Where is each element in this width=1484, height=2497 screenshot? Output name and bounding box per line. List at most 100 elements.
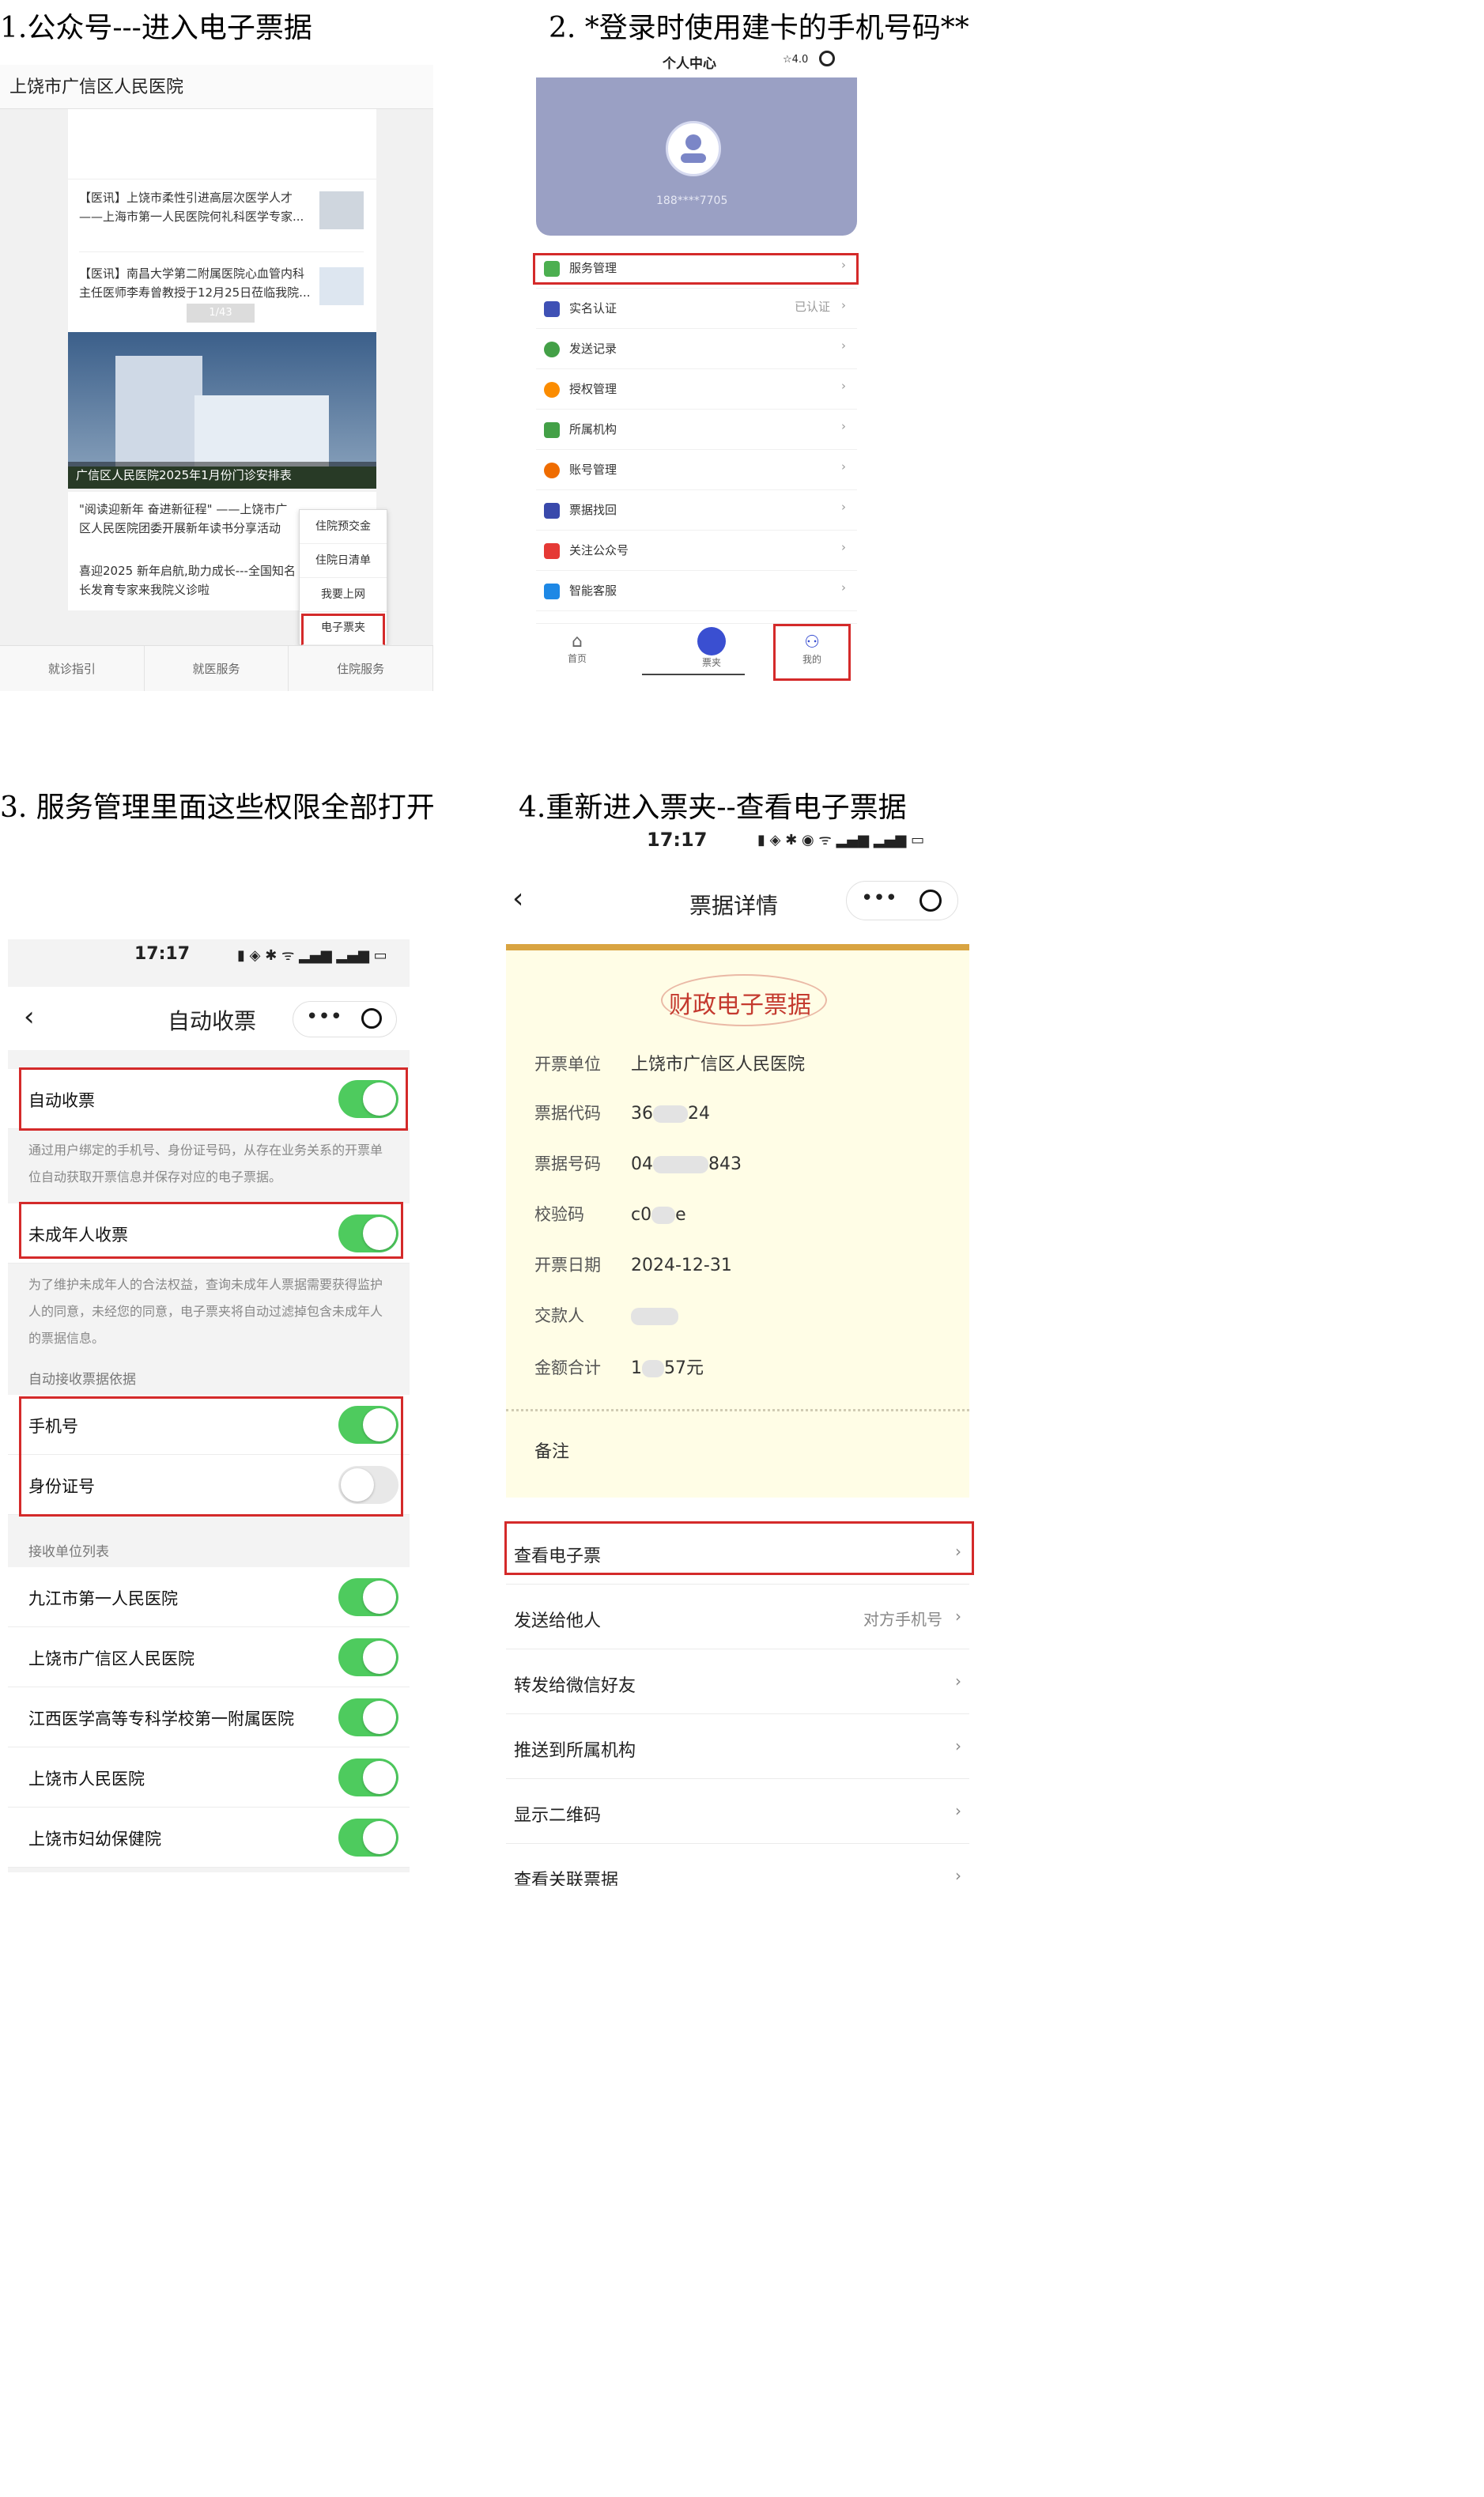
tab-home[interactable]: ⌂ 首页 <box>568 632 587 665</box>
auto-receive-settings-panel: 17:17 ▮ ◈ ✱ ᯤ ▂▄▆ ▂▄▆ ▭ ‹ 自动收票 ••• 自动收票 … <box>8 939 410 1872</box>
ticket-field-amount: 金额合计 1 57元 <box>534 1358 704 1378</box>
hospital-photo[interactable]: 广信区人民医院2025年1月份门诊安排表 <box>68 332 376 489</box>
institution-icon <box>544 422 560 438</box>
chevron-right-icon: › <box>841 338 846 353</box>
menu-ticket-recovery[interactable]: 票据找回 › <box>536 490 857 531</box>
chevron-right-icon: › <box>841 258 846 272</box>
chevron-right-icon: › <box>841 500 846 514</box>
customer-service-icon <box>544 584 560 599</box>
chevron-right-icon: › <box>955 1607 961 1626</box>
unit-toggle[interactable] <box>338 1819 398 1857</box>
highlight-box <box>19 1067 408 1131</box>
page-title: 自动收票 <box>168 1008 257 1034</box>
action-forward-wechat[interactable]: 转发给微信好友 › <box>506 1649 969 1714</box>
chevron-right-icon: › <box>841 419 846 433</box>
status-icons: ▮ ◈ ✱ ᯤ ▂▄▆ ▂▄▆ ▭ <box>237 947 387 964</box>
rating: ☆4.0 <box>783 54 809 66</box>
capsule-menu: ••• <box>293 1001 397 1037</box>
menu-real-name[interactable]: 实名认证 已认证 › <box>536 289 857 329</box>
more-icon[interactable]: ••• <box>306 1005 342 1029</box>
action-send-to-others[interactable]: 发送给他人 对方手机号 › <box>506 1585 969 1649</box>
bottom-tab-inpatient[interactable]: 住院服务 <box>289 646 433 691</box>
chevron-right-icon: › <box>955 1866 961 1885</box>
action-push-institution[interactable]: 推送到所属机构 › <box>506 1714 969 1779</box>
navigation-bar: ‹ 自动收票 ••• <box>8 987 410 1050</box>
menu-smart-service[interactable]: 智能客服 › <box>536 571 857 611</box>
chevron-right-icon: › <box>955 1801 961 1820</box>
highlight-box <box>19 1202 403 1259</box>
tab-ticket-folder[interactable]: 票夹 <box>642 627 745 675</box>
send-record-icon <box>544 342 560 357</box>
news-thumbnail <box>319 267 364 305</box>
avatar[interactable] <box>666 121 721 176</box>
unit-toggle[interactable] <box>338 1758 398 1796</box>
unit-toggle[interactable] <box>338 1698 398 1736</box>
back-icon[interactable]: ‹ <box>24 1001 35 1033</box>
tab-mine[interactable]: ⚇ 我的 <box>773 624 851 681</box>
close-miniprogram-icon[interactable] <box>819 51 835 66</box>
action-related-tickets[interactable]: 查看关联票据 › <box>506 1844 969 1886</box>
unit-row: 上饶市妇幼保健院 <box>8 1808 410 1868</box>
unit-toggle[interactable] <box>338 1638 398 1676</box>
article-item[interactable]: "阅读迎新年 奋进新征程" ——上饶市广 区人民医院团委开展新年读书分享活动 <box>79 500 287 538</box>
home-icon: ⌂ <box>572 632 583 652</box>
verified-status: 已认证 <box>794 300 830 314</box>
phone-number: 188****7705 <box>656 195 728 207</box>
seal-stamp <box>661 974 827 1026</box>
menu-send-records[interactable]: 发送记录 › <box>536 329 857 369</box>
highlight-box <box>19 1396 403 1517</box>
follow-icon <box>544 543 560 559</box>
news-item[interactable]: 【医讯】上饶市柔性引进高层次医学人才 ——上海市第一人民医院何礼科医学专家... <box>79 188 316 226</box>
ticket-field-payer: 交款人 <box>534 1303 678 1327</box>
ticket-detail-panel: 17:17 ▮ ◈ ✱ ◉ ᯤ ▂▄▆ ▂▄▆ ▭ ‹ 票据详情 ••• 财政电… <box>489 822 979 1886</box>
menu-item-e-ticket-folder[interactable]: 电子票夹 <box>301 614 385 645</box>
bottom-tab-guide[interactable]: 就诊指引 <box>0 646 145 691</box>
menu-authorization[interactable]: 授权管理 › <box>536 369 857 410</box>
menu-item-daily-list[interactable]: 住院日清单 <box>300 544 387 578</box>
chevron-right-icon: › <box>841 580 846 595</box>
ticket-field-date: 开票日期 2024-12-31 <box>534 1256 732 1275</box>
auto-receive-description: 通过用户绑定的手机号、身份证号码，从存在业务关系的开票单位自动获取开票信息并保存… <box>28 1143 383 1184</box>
wechat-official-account-panel: 上饶市广信区人民医院 【医讯】上饶市柔性引进高层次医学人才 ——上海市第一人民医… <box>0 65 433 691</box>
photo-caption: 广信区人民医院2025年1月份门诊安排表 <box>68 462 376 489</box>
popup-menu: 住院预交金 住院日清单 我要上网 电子票夹 <box>299 509 387 645</box>
menu-follow-account[interactable]: 关注公众号 › <box>536 531 857 571</box>
back-icon[interactable]: ‹ <box>512 882 523 915</box>
user-icon: ⚇ <box>804 633 820 652</box>
e-ticket-card: 财政电子票据 开票单位 上饶市广信区人民医院 票据代码 36 24 票据号码 04 843… <box>506 944 969 1498</box>
close-miniprogram-icon[interactable] <box>919 890 942 912</box>
id-card-icon <box>544 301 560 317</box>
action-show-qrcode[interactable]: 显示二维码 › <box>506 1779 969 1844</box>
menu-institutions[interactable]: 所属机构 › <box>536 410 857 450</box>
step1-heading: 1.公众号---进入电子票据 <box>0 12 312 44</box>
unit-toggle[interactable] <box>338 1578 398 1616</box>
status-time: 17:17 <box>647 829 708 851</box>
article-item[interactable]: 喜迎2025 新年启航,助力成长---全国知名 长发育专家来我院义诊啦 <box>79 561 296 599</box>
menu-account[interactable]: 账号管理 › <box>536 450 857 490</box>
authorization-icon <box>544 382 560 398</box>
chevron-right-icon: › <box>841 459 846 474</box>
more-icon[interactable]: ••• <box>861 886 897 910</box>
menu-item-online[interactable]: 我要上网 <box>300 578 387 612</box>
status-icons: ▮ ◈ ✱ ◉ ᯤ ▂▄▆ ▂▄▆ ▭ <box>757 832 925 848</box>
ticket-folder-icon <box>697 627 726 655</box>
bottom-menu-bar: 就诊指引 就医服务 住院服务 <box>0 645 433 691</box>
tab-bar: ⌂ 首页 票夹 ⚇ 我的 <box>536 623 857 685</box>
ticket-recovery-icon <box>544 503 560 519</box>
account-title: 上饶市广信区人民医院 <box>0 65 433 109</box>
article-counter: 1/43 <box>187 304 255 323</box>
ticket-remark: 备注 <box>534 1442 570 1462</box>
capsule-menu: ••• <box>846 881 958 920</box>
chevron-right-icon: › <box>955 1736 961 1755</box>
step4-heading: 4.重新进入票夹--查看电子票据 <box>519 791 907 824</box>
news-item[interactable]: 【医讯】南昌大学第二附属医院心血管内科 主任医师李寿曾教授于12月25日莅临我院… <box>79 264 316 302</box>
menu-item-deposit[interactable]: 住院预交金 <box>300 510 387 544</box>
step3-heading: 3. 服务管理里面这些权限全部打开 <box>0 791 435 824</box>
minor-description: 为了维护未成年人的合法权益，查询未成年人票据需要获得监护人的同意，未经您的同意，… <box>28 1277 383 1346</box>
bottom-tab-medical[interactable]: 就医服务 <box>145 646 289 691</box>
menu-service-management[interactable]: 服务管理 › <box>536 248 857 289</box>
ticket-field-code: 票据代码 36 24 <box>534 1104 710 1124</box>
unit-row: 上饶市广信区人民医院 <box>8 1627 410 1687</box>
close-miniprogram-icon[interactable] <box>361 1008 382 1029</box>
ticket-field-number: 票据号码 04 843 <box>534 1154 742 1174</box>
